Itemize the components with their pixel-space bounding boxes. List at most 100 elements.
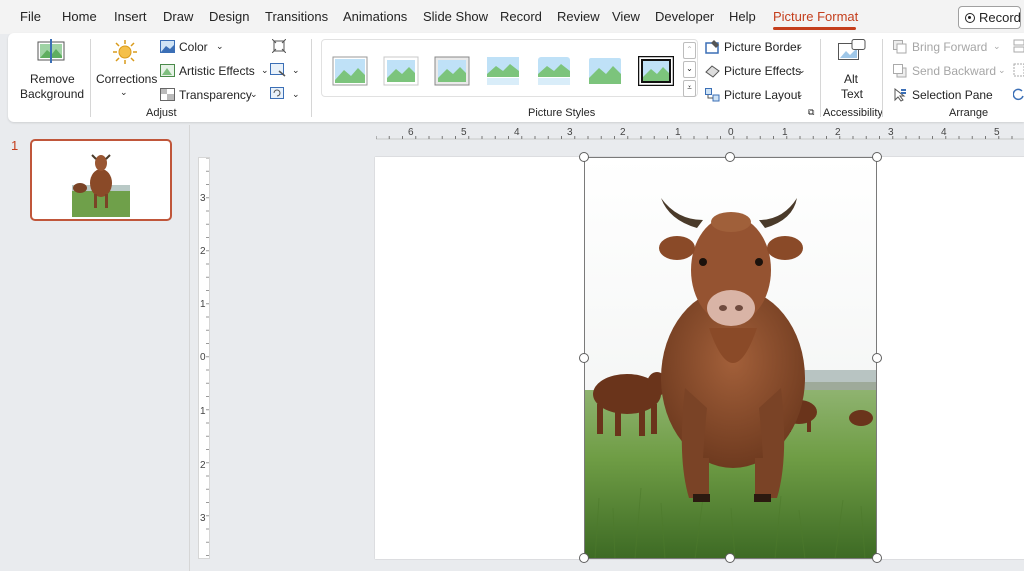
menu-design[interactable]: Design: [209, 9, 249, 24]
menu-file[interactable]: File: [20, 9, 41, 24]
align-icon[interactable]: [1013, 39, 1024, 53]
selection-pane-button[interactable]: Selection Pane: [893, 87, 1003, 105]
menu-home[interactable]: Home: [62, 9, 97, 24]
resize-handle-right[interactable]: [872, 353, 882, 363]
chevron-down-icon: ⌄: [993, 41, 1001, 51]
picture-style-soft-edge[interactable]: [383, 56, 419, 86]
h-ruler-label: 2: [620, 127, 626, 138]
menu-record[interactable]: Record: [500, 9, 542, 24]
active-tab-indicator: [773, 27, 856, 30]
bring-forward-icon: [893, 40, 907, 54]
slide-thumbnail-picture: [72, 149, 130, 217]
separator: [882, 39, 883, 117]
h-ruler-label: 2: [835, 127, 841, 138]
picture-border-button[interactable]: Picture Border ⌄: [705, 39, 815, 57]
chevron-down-icon[interactable]: ⌄: [292, 89, 300, 100]
picture-style-simple-frame[interactable]: [332, 56, 368, 86]
horizontal-ruler: [375, 126, 1024, 140]
selection-pane-label: Selection Pane: [912, 88, 993, 102]
group-icon[interactable]: [1013, 63, 1024, 77]
menu-developer[interactable]: Developer: [655, 9, 714, 24]
v-ruler-label: 3: [200, 513, 206, 524]
menu-insert[interactable]: Insert: [114, 9, 147, 24]
record-icon: [965, 13, 975, 23]
h-ruler-label: 5: [994, 127, 1000, 138]
picture-border-label: Picture Border: [724, 40, 801, 54]
resize-handle-top[interactable]: [725, 152, 735, 162]
picture-style-soft-rounded[interactable]: [587, 56, 623, 86]
picture-styles-gallery: [321, 39, 698, 97]
separator: [820, 39, 821, 117]
picture-style-reflected-rounded[interactable]: [536, 56, 572, 86]
separator: [90, 39, 91, 117]
h-ruler-label: 5: [461, 127, 467, 138]
dialog-launcher-icon[interactable]: ⧉: [808, 107, 814, 118]
picture-style-thick-black-frame[interactable]: [638, 56, 674, 86]
slide-thumbnail[interactable]: [30, 139, 172, 221]
menu-picture-format[interactable]: Picture Format: [773, 9, 858, 24]
bring-forward-label: Bring Forward: [912, 40, 988, 54]
compress-pictures-icon[interactable]: [272, 39, 286, 53]
remove-background-button[interactable]: Remove Background: [16, 35, 84, 101]
v-ruler-label: 3: [200, 193, 206, 204]
resize-handle-bottom-right[interactable]: [872, 553, 882, 563]
alt-text-button[interactable]: Alt Text: [834, 35, 870, 101]
sun-icon: [113, 40, 137, 64]
remove-background-label-2: Background: [20, 87, 85, 101]
gallery-scroll-up-icon[interactable]: ⌃: [683, 42, 696, 59]
chevron-down-icon[interactable]: ⌄: [292, 65, 300, 76]
h-ruler-label: 4: [514, 127, 520, 138]
picture-layout-icon: [705, 88, 720, 102]
menu-review[interactable]: Review: [557, 9, 600, 24]
record-button[interactable]: Record: [958, 6, 1021, 29]
gallery-more-icon[interactable]: ⩡: [683, 80, 696, 97]
corrections-button[interactable]: Corrections ⌄: [94, 35, 157, 101]
picture-selection-box: [584, 157, 877, 559]
chevron-down-icon: ⌄: [216, 41, 224, 51]
send-backward-icon: [893, 64, 907, 78]
alt-text-label-2: Text: [841, 87, 864, 101]
resize-handle-top-right[interactable]: [872, 152, 882, 162]
send-backward-label: Send Backward: [912, 64, 997, 78]
h-ruler-label: 1: [675, 127, 681, 138]
artistic-effects-button[interactable]: Artistic Effects ⌄: [160, 63, 270, 81]
bring-forward-button[interactable]: Bring Forward ⌄: [893, 39, 1003, 57]
transparency-icon: [160, 88, 175, 101]
chevron-down-icon: ⌄: [998, 65, 1006, 75]
slide-number: 1: [11, 138, 19, 153]
remove-background-icon: [37, 39, 65, 63]
chevron-down-icon: ⌄: [120, 87, 128, 97]
menu-help[interactable]: Help: [729, 9, 756, 24]
transparency-label: Transparency: [179, 88, 252, 102]
menu-transitions[interactable]: Transitions: [265, 9, 328, 24]
gallery-scroll-down-icon[interactable]: ⌄: [683, 61, 696, 78]
resize-handle-top-left[interactable]: [579, 152, 589, 162]
send-backward-button[interactable]: Send Backward ⌄: [893, 63, 1008, 81]
separator: [311, 39, 312, 117]
transparency-button[interactable]: Transparency ⌄: [160, 87, 270, 105]
menu-slide-show[interactable]: Slide Show: [423, 9, 488, 24]
color-button[interactable]: Color ⌄: [160, 39, 260, 57]
resize-handle-bottom[interactable]: [725, 553, 735, 563]
resize-handle-left[interactable]: [579, 353, 589, 363]
picture-style-reflected[interactable]: [485, 56, 521, 86]
arrange-group-label: Arrange: [949, 107, 989, 119]
picture-styles-group-label: Picture Styles: [528, 107, 596, 119]
menu-draw[interactable]: Draw: [163, 9, 193, 24]
resize-handle-bottom-left[interactable]: [579, 553, 589, 563]
picture-style-beveled[interactable]: [434, 56, 470, 86]
chevron-down-icon: ⌄: [796, 41, 804, 51]
v-ruler-label: 1: [200, 406, 206, 417]
change-picture-icon[interactable]: [270, 63, 286, 77]
menu-view[interactable]: View: [612, 9, 640, 24]
color-label: Color: [179, 40, 208, 54]
chevron-down-icon: ⌄: [796, 89, 804, 99]
h-ruler-label: 3: [567, 127, 573, 138]
rotate-icon[interactable]: [1013, 87, 1024, 101]
picture-layout-button[interactable]: Picture Layout ⌄: [705, 87, 815, 105]
picture-effects-button[interactable]: Picture Effects ⌄: [705, 63, 815, 81]
reset-picture-icon[interactable]: [270, 87, 286, 101]
artistic-effects-icon: [160, 64, 175, 77]
alt-text-label-1: Alt: [844, 72, 859, 86]
menu-animations[interactable]: Animations: [343, 9, 407, 24]
